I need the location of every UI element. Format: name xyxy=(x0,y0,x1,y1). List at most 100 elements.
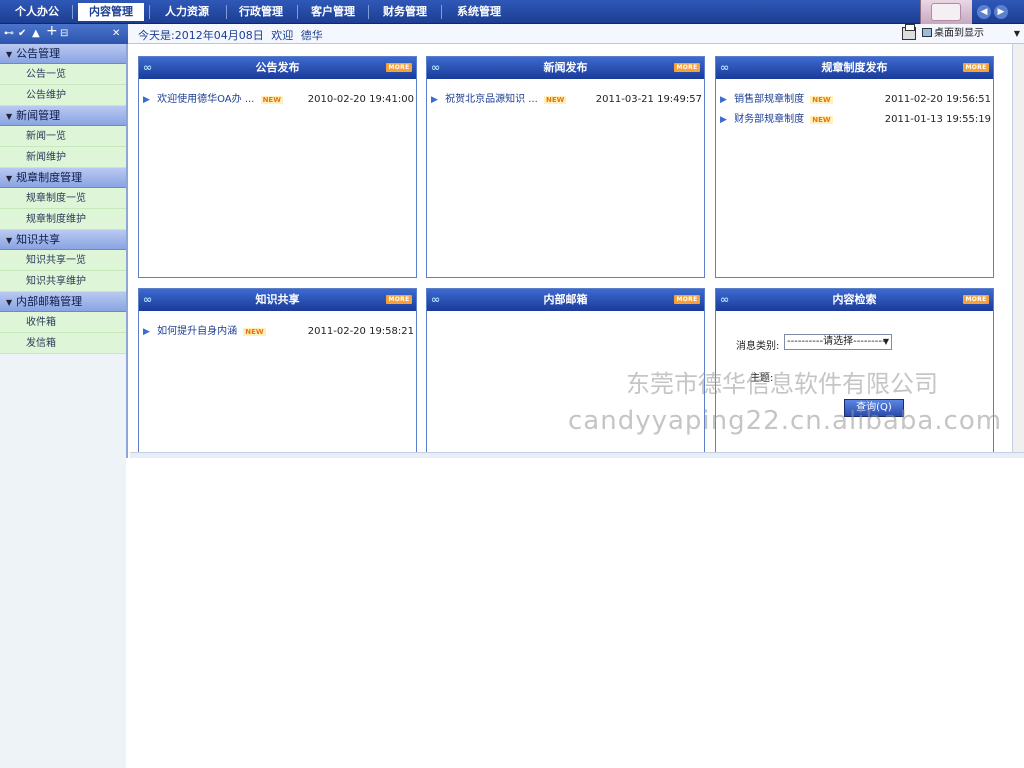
panel-header: ∞ 内部邮箱 MORE xyxy=(427,289,704,311)
panel-header: ∞ 知识共享 MORE xyxy=(139,289,416,311)
chevron-down-icon: ▼ xyxy=(6,174,13,183)
tab-separator xyxy=(226,5,227,19)
sidebar-item-announcement-maintain[interactable]: 公告维护 xyxy=(0,85,126,106)
back-arrow-icon[interactable]: ◀ xyxy=(977,5,991,19)
infinity-icon: ∞ xyxy=(431,61,441,74)
list-item[interactable]: ▶ 财务部规章制度 NEW 2011-01-13 19:55:19 xyxy=(720,113,991,127)
sidebar-item-announcement-list[interactable]: 公告一览 xyxy=(0,64,126,85)
knowledge-panel: ∞ 知识共享 MORE ▶ 如何提升自身内涵 NEW 2011-02-20 19… xyxy=(138,288,417,458)
panel-title: 新闻发布 xyxy=(543,61,588,74)
tab-separator xyxy=(149,5,150,19)
regulations-panel: ∞ 规章制度发布 MORE ▶ 销售部规章制度 NEW 2011-02-20 1… xyxy=(715,56,994,278)
chevron-down-icon: ▼ xyxy=(6,50,13,59)
check-icon[interactable]: ✔ xyxy=(18,28,26,40)
chevron-down-icon: ▼ xyxy=(6,236,13,245)
infinity-icon: ∞ xyxy=(720,61,730,74)
panel-header: ∞ 新闻发布 MORE xyxy=(427,57,704,79)
news-panel: ∞ 新闻发布 MORE ▶ 祝贺北京品源知识 ... NEW 2011-03-2… xyxy=(426,56,705,278)
category-select-value: ----------请选择--------- xyxy=(787,336,886,347)
new-badge: NEW xyxy=(544,96,567,104)
panel-title: 内容检索 xyxy=(832,293,877,306)
triangle-right-icon: ▶ xyxy=(431,95,438,105)
infinity-icon: ∞ xyxy=(720,293,730,306)
triangle-right-icon: ▶ xyxy=(143,95,150,105)
more-button[interactable]: MORE xyxy=(386,63,412,72)
forward-arrow-icon[interactable]: ▶ xyxy=(994,5,1008,19)
chevron-down-icon: ▼ xyxy=(882,337,889,346)
sidebar-toolbar: ⊷ ✔ ▲ + ⊟ ✕ xyxy=(0,24,128,44)
list-item[interactable]: ▶ 祝贺北京品源知识 ... NEW 2011-03-21 19:49:57 xyxy=(431,93,702,107)
expand-icon[interactable]: ⊟ xyxy=(60,28,68,40)
sidebar-group-regulations[interactable]: ▼ 规章制度管理 xyxy=(0,168,126,188)
tab-human-resources[interactable]: 人力资源 xyxy=(154,3,220,21)
infinity-icon: ∞ xyxy=(431,293,441,306)
up-arrow-icon[interactable]: ▲ xyxy=(32,28,40,40)
item-title[interactable]: 如何提升自身内涵 xyxy=(157,326,237,337)
tab-administration[interactable]: 行政管理 xyxy=(228,3,294,21)
close-icon[interactable]: ✕ xyxy=(112,28,120,40)
collapse-all-icon[interactable]: ⊷ xyxy=(4,28,14,40)
sidebar-item-knowledge-maintain[interactable]: 知识共享维护 xyxy=(0,271,126,292)
tab-customer-management[interactable]: 客户管理 xyxy=(300,3,366,21)
sidebar-item-regulations-list[interactable]: 规章制度一览 xyxy=(0,188,126,209)
print-icon[interactable] xyxy=(902,24,916,40)
item-title[interactable]: 销售部规章制度 xyxy=(734,94,804,105)
sidebar-item-outbox[interactable]: 发信箱 xyxy=(0,333,126,354)
list-item[interactable]: ▶ 销售部规章制度 NEW 2011-02-20 19:56:51 xyxy=(720,93,991,107)
sidebar-item-inbox[interactable]: 收件箱 xyxy=(0,312,126,333)
category-select[interactable]: ----------请选择--------- ▼ xyxy=(784,334,892,350)
query-button[interactable]: 查询(Q) xyxy=(844,399,904,417)
secondary-toolbar: ⊷ ✔ ▲ + ⊟ ✕ 今天是:2012年04月08日 欢迎 德华 桌面到显示 … xyxy=(0,24,1024,44)
panel-title: 公告发布 xyxy=(255,61,300,74)
panel-header: ∞ 规章制度发布 MORE xyxy=(716,57,993,79)
infinity-icon: ∞ xyxy=(143,61,153,74)
greeting-welcome: 欢迎 xyxy=(271,29,294,42)
item-title[interactable]: 财务部规章制度 xyxy=(734,114,804,125)
sidebar-group-news[interactable]: ▼ 新闻管理 xyxy=(0,106,126,126)
more-button[interactable]: MORE xyxy=(674,63,700,72)
item-date: 2011-02-20 19:56:51 xyxy=(884,94,991,105)
more-button[interactable]: MORE xyxy=(963,63,989,72)
tab-personal-office[interactable]: 个人办公 xyxy=(6,3,68,21)
tab-finance-management[interactable]: 财务管理 xyxy=(372,3,438,21)
sidebar-item-regulations-maintain[interactable]: 规章制度维护 xyxy=(0,209,126,230)
sidebar-item-knowledge-list[interactable]: 知识共享一览 xyxy=(0,250,126,271)
list-item[interactable]: ▶ 欢迎使用德华OA办 ... NEW 2010-02-20 19:41:00 xyxy=(143,93,414,107)
horizontal-scrollbar[interactable] xyxy=(130,452,1024,458)
sidebar-item-news-maintain[interactable]: 新闻维护 xyxy=(0,147,126,168)
triangle-right-icon: ▶ xyxy=(720,115,727,125)
view-select[interactable]: 桌面到显示 ▼ xyxy=(934,27,1020,41)
sidebar-item-news-list[interactable]: 新闻一览 xyxy=(0,126,126,147)
subject-label: 主题: xyxy=(750,373,774,384)
tab-system-management[interactable]: 系统管理 xyxy=(446,3,512,21)
tab-separator xyxy=(441,5,442,19)
item-title[interactable]: 祝贺北京品源知识 ... xyxy=(445,94,538,105)
list-item[interactable]: ▶ 如何提升自身内涵 NEW 2011-02-20 19:58:21 xyxy=(143,325,414,339)
greeting-user: 德华 xyxy=(300,29,323,42)
more-button[interactable]: MORE xyxy=(386,295,412,304)
top-navigation: 个人办公 内容管理 人力资源 行政管理 客户管理 财务管理 系统管理 ◀ ▶ xyxy=(0,0,1024,24)
item-date: 2011-02-20 19:58:21 xyxy=(307,326,414,337)
triangle-right-icon: ▶ xyxy=(720,95,727,105)
plus-icon[interactable]: + xyxy=(46,24,58,38)
tab-separator xyxy=(72,5,73,19)
new-badge: NEW xyxy=(243,328,266,336)
greeting-date: 今天是:2012年04月08日 xyxy=(138,29,264,42)
chevron-down-icon: ▼ xyxy=(6,298,13,307)
panel-header: ∞ 内容检索 MORE xyxy=(716,289,993,311)
panel-title: 知识共享 xyxy=(255,293,300,306)
vertical-scrollbar[interactable] xyxy=(1012,44,1024,452)
item-date: 2011-01-13 19:55:19 xyxy=(884,114,991,125)
item-title[interactable]: 欢迎使用德华OA办 ... xyxy=(157,94,254,105)
sidebar: ▼ 公告管理 公告一览 公告维护 ▼ 新闻管理 新闻一览 新闻维护 ▼ 规章制度管理 … xyxy=(0,44,128,768)
mailbox-panel: ∞ 内部邮箱 MORE xyxy=(426,288,705,458)
panel-title: 规章制度发布 xyxy=(821,61,888,74)
announcement-panel: ∞ 公告发布 MORE ▶ 欢迎使用德华OA办 ... NEW 2010-02-… xyxy=(138,56,417,278)
sidebar-group-knowledge[interactable]: ▼ 知识共享 xyxy=(0,230,126,250)
tab-content-management[interactable]: 内容管理 xyxy=(78,3,144,21)
new-badge: NEW xyxy=(260,96,283,104)
sidebar-group-announcements[interactable]: ▼ 公告管理 xyxy=(0,44,126,64)
more-button[interactable]: MORE xyxy=(674,295,700,304)
more-button[interactable]: MORE xyxy=(963,295,989,304)
sidebar-group-mailbox[interactable]: ▼ 内部邮箱管理 xyxy=(0,292,126,312)
